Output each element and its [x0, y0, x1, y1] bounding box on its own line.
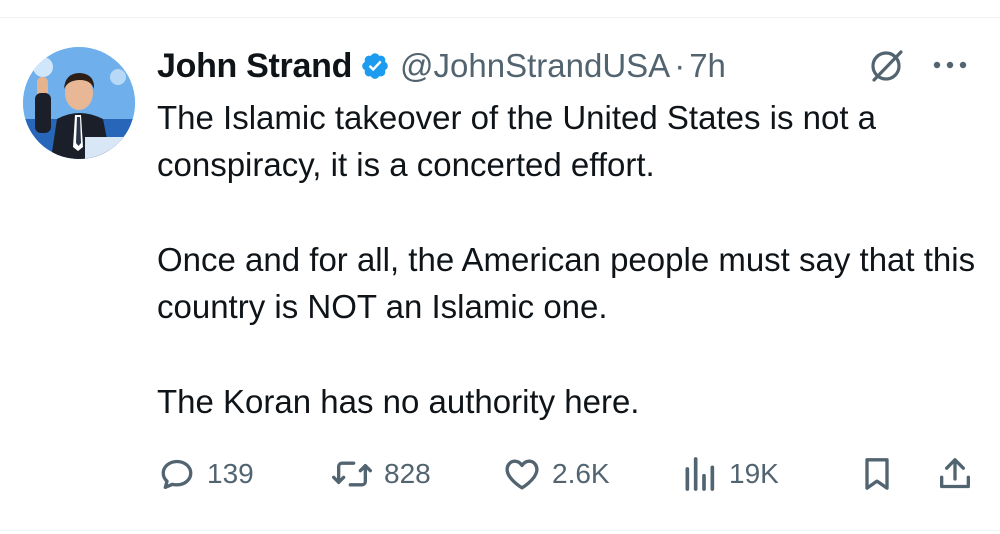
- views-button[interactable]: 19K: [679, 450, 779, 498]
- separator-dot: ·: [674, 47, 686, 84]
- reply-icon: [161, 459, 193, 489]
- reply-count: 139: [207, 458, 254, 489]
- share-button[interactable]: [935, 450, 975, 498]
- bookmark-icon: [865, 458, 889, 490]
- avatar[interactable]: [23, 47, 135, 159]
- more-icon[interactable]: [928, 50, 972, 80]
- repost-count: 828: [384, 458, 431, 489]
- heart-icon: [505, 459, 539, 490]
- tweet-text: The Islamic takeover of the United State…: [157, 94, 987, 425]
- action-bar: 139 828 2.6K 19K: [157, 450, 980, 498]
- post-time[interactable]: 7h: [689, 47, 726, 85]
- share-icon: [940, 458, 970, 489]
- author-handle[interactable]: @JohnStrandUSA: [400, 47, 670, 85]
- like-count: 2.6K: [552, 458, 610, 489]
- repost-button[interactable]: 828: [330, 450, 431, 498]
- tweet-paragraph: The Islamic takeover of the United State…: [157, 99, 877, 183]
- tweet-paragraph: The Koran has no authority here.: [157, 383, 640, 420]
- tweet-header: John Strand @JohnStrandUSA · 7h: [157, 44, 980, 88]
- author-name[interactable]: John Strand: [157, 47, 352, 86]
- verified-badge-icon: [362, 53, 388, 79]
- bottom-divider: [0, 530, 1000, 531]
- grok-icon[interactable]: [866, 46, 906, 86]
- bookmark-button[interactable]: [857, 450, 897, 498]
- reply-button[interactable]: 139: [157, 450, 254, 498]
- views-count: 19K: [729, 458, 779, 489]
- top-divider: [0, 17, 1000, 18]
- repost-icon: [331, 461, 372, 487]
- tweet-paragraph: Once and for all, the American people mu…: [157, 241, 976, 325]
- like-button[interactable]: 2.6K: [502, 450, 610, 498]
- views-chart-icon: [685, 457, 715, 491]
